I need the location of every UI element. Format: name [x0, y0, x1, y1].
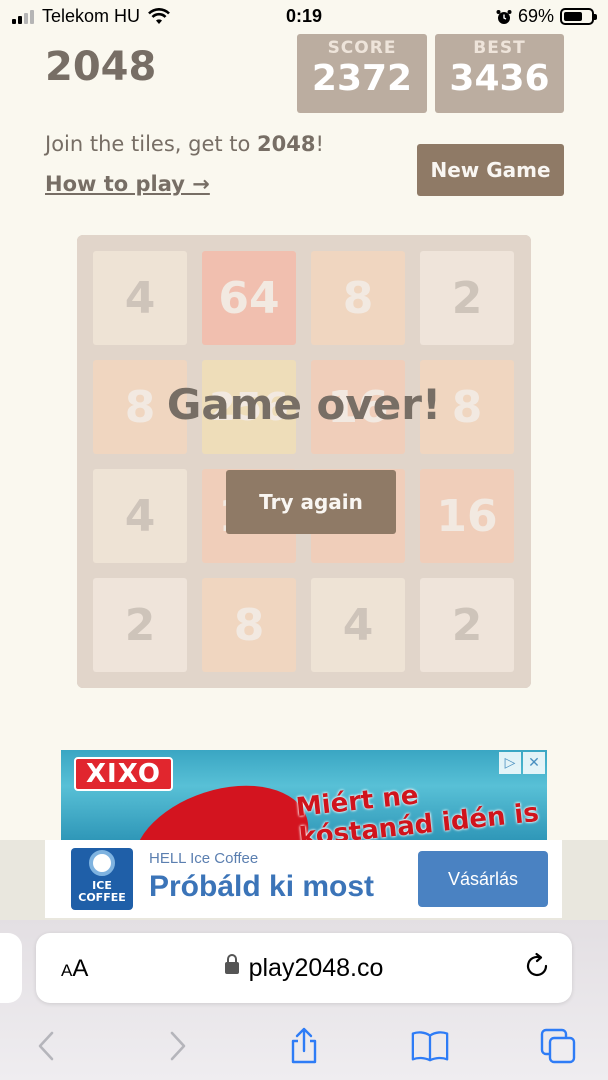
advertisement-top[interactable]: XIXO Miért ne kóstanád idén is ▷ ✕: [61, 750, 547, 840]
best-box: BEST 3436: [435, 34, 564, 113]
ad-cta-button[interactable]: Vásárlás: [418, 851, 548, 907]
intro-text-bold: 2048: [257, 132, 316, 156]
score-value: 2372: [311, 58, 413, 99]
share-button[interactable]: [284, 1026, 324, 1066]
battery-icon: [560, 8, 597, 25]
intro-text: Join the tiles, get to 2048!: [45, 132, 324, 156]
address-bar[interactable]: AA play2048.co: [36, 933, 572, 1003]
game-over-message: Game over!: [166, 380, 442, 429]
best-value: 3436: [449, 58, 550, 99]
battery-fill: [564, 12, 582, 21]
previous-tab-peek[interactable]: [0, 933, 22, 1003]
book-icon: [411, 1031, 449, 1062]
browser-toolbar: [0, 1020, 608, 1070]
new-game-button[interactable]: New Game: [417, 144, 564, 196]
game-title: 2048: [45, 44, 157, 90]
tabs-icon: [540, 1028, 576, 1064]
intro-text-suffix: !: [315, 132, 324, 156]
logo-line-2: COFFEE: [78, 891, 126, 904]
ad-sponsor: HELL Ice Coffee: [149, 850, 259, 867]
battery-percent: 69%: [517, 6, 554, 26]
ad-banner-headline: Próbáld ki most: [149, 870, 375, 903]
ice-coffee-logo: ICE COFFEE: [71, 848, 133, 910]
game-board: 46482825616841616162842 Game over! Try a…: [77, 235, 531, 688]
advertisement-banner[interactable]: ICE COFFEE HELL Ice Coffee Próbáld ki mo…: [45, 840, 562, 918]
adchoices-icon[interactable]: ▷: [499, 752, 521, 774]
try-again-button[interactable]: Try again: [226, 470, 396, 534]
alarm-icon: [496, 9, 512, 24]
status-bar: Telekom HU 0:19 69%: [0, 0, 608, 34]
lock-icon: [224, 954, 239, 975]
score-label: SCORE: [327, 38, 397, 58]
ad-brand-logo: XIXO: [74, 757, 173, 791]
how-to-play-link[interactable]: How to play →: [45, 172, 210, 196]
game-over-overlay: Game over! Try again: [77, 235, 531, 688]
chevron-left-icon: [38, 1031, 54, 1061]
tabs-button[interactable]: [538, 1026, 578, 1066]
ad-close-icon[interactable]: ✕: [523, 752, 545, 774]
url-text[interactable]: play2048.co: [36, 954, 572, 983]
score-box: SCORE 2372: [297, 34, 427, 113]
ad-headline: Miért ne kóstanád idén is: [294, 780, 541, 840]
chevron-right-icon: [170, 1031, 186, 1061]
url-label: play2048.co: [248, 954, 384, 982]
bookmarks-button[interactable]: [410, 1026, 450, 1066]
best-label: BEST: [473, 38, 526, 58]
back-button[interactable]: [26, 1026, 66, 1066]
reload-icon[interactable]: [522, 951, 552, 981]
intro-text-prefix: Join the tiles, get to: [45, 132, 258, 156]
share-icon: [291, 1027, 317, 1064]
forward-button[interactable]: [158, 1026, 198, 1066]
